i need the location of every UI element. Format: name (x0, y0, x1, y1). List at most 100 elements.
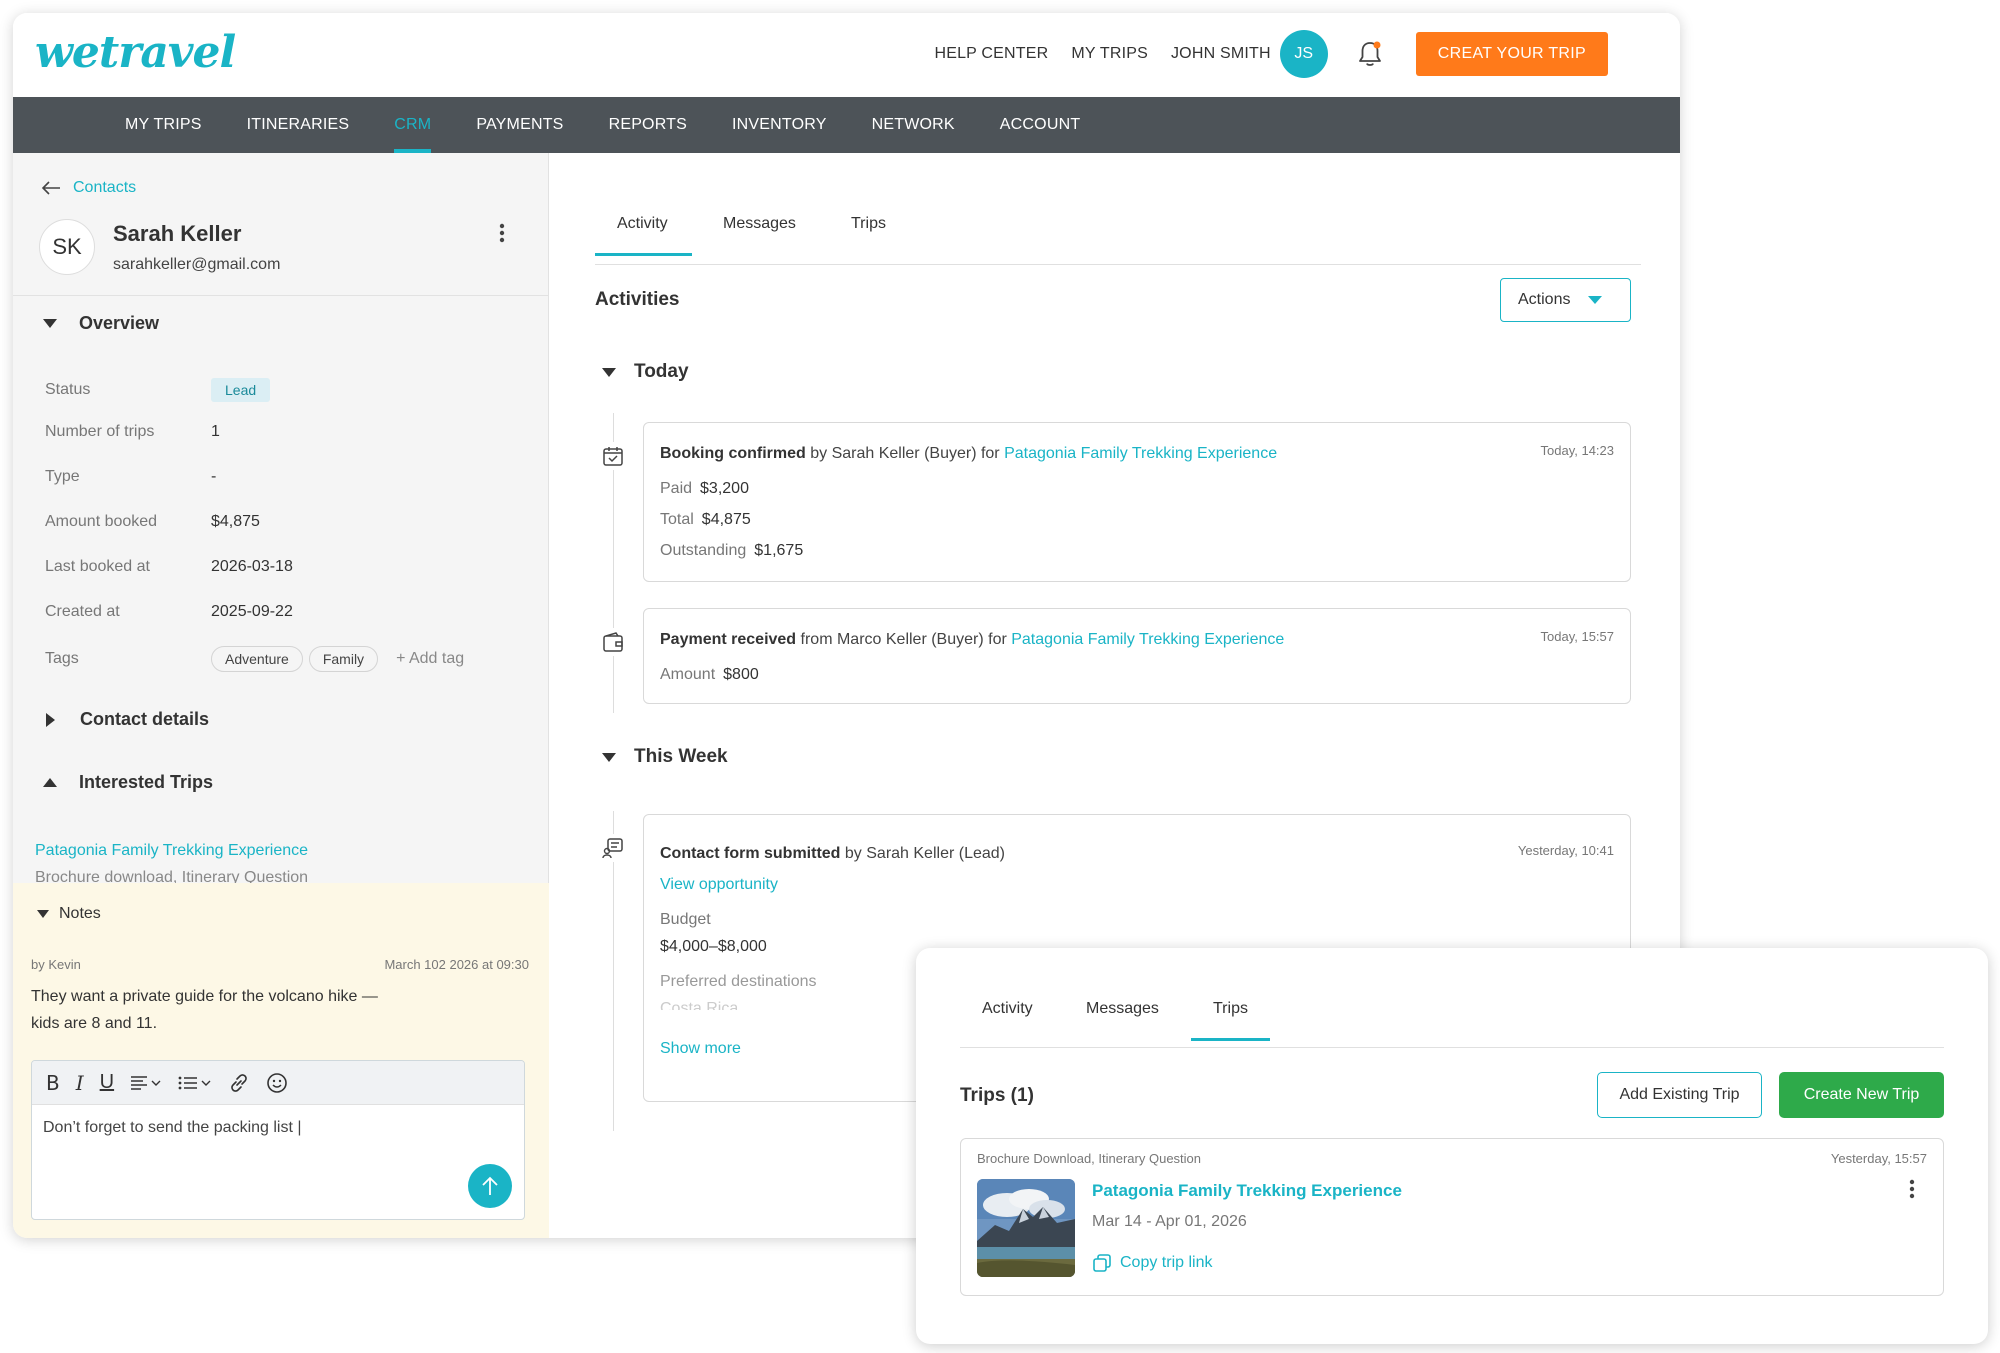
emoji-icon[interactable] (266, 1072, 288, 1094)
card-time: Yesterday, 10:41 (1517, 843, 1614, 858)
user-name-link[interactable]: JOHN SMITH (1171, 45, 1271, 63)
preferred-destinations-label: Preferred destinations (660, 973, 817, 990)
contact-name: Sarah Keller (113, 221, 242, 246)
trip-link[interactable]: Patagonia Family Trekking Experience (1011, 631, 1284, 648)
nav-my-trips[interactable]: MY TRIPS (125, 97, 202, 153)
overview-row-amount: Amount booked $4,875 (45, 513, 260, 531)
bold-icon[interactable]: B (46, 1071, 60, 1095)
note-date: March 102 2026 at 09:30 (384, 957, 529, 972)
budget-label: Budget (660, 911, 711, 928)
group-title: This Week (634, 746, 728, 767)
note-draft-text[interactable]: Don’t forget to send the packing list | (43, 1119, 302, 1137)
status-badge: Lead (211, 378, 271, 402)
group-title: Today (634, 361, 689, 382)
note-text: They want a private guide for the volcan… (31, 983, 441, 1037)
group-this-week-toggle[interactable]: This Week (602, 746, 728, 768)
bell-icon[interactable] (1356, 39, 1384, 69)
trip-name-link[interactable]: Patagonia Family Trekking Experience (1092, 1181, 1402, 1201)
nav-payments[interactable]: PAYMENTS (476, 97, 563, 153)
show-more-link[interactable]: Show more (660, 1040, 741, 1058)
main-nav: MY TRIPS ITINERARIES CRM PAYMENTS REPORT… (13, 97, 1680, 153)
divider (13, 295, 549, 296)
trip-thumbnail[interactable] (977, 1179, 1075, 1277)
back-to-contacts[interactable]: Contacts (41, 179, 136, 197)
note-line: They want a private guide for the volcan… (31, 988, 378, 1005)
tab-messages[interactable]: Messages (723, 215, 796, 233)
underline-icon[interactable]: U (100, 1071, 114, 1094)
nav-inventory[interactable]: INVENTORY (732, 97, 827, 153)
contact-more-icon[interactable] (499, 223, 505, 248)
top-links: HELP CENTER MY TRIPS JOHN SMITH JS CREAT… (934, 30, 1608, 78)
my-trips-link[interactable]: MY TRIPS (1071, 45, 1148, 63)
overview-toggle[interactable]: Overview (43, 313, 159, 334)
contact-tabs: Activity Messages Trips (595, 153, 1641, 265)
card-by: by Sarah Keller (Buyer) for (805, 445, 1005, 462)
top-header: wetravel HELP CENTER MY TRIPS JOHN SMITH… (13, 13, 1680, 97)
preferred-destinations-value: Costa Rica (660, 1000, 739, 1010)
activity-card-booking: Booking confirmed by Sarah Keller (Buyer… (643, 422, 1631, 582)
row-label: Number of trips (45, 423, 155, 440)
note-line: kids are 8 and 11. (31, 1015, 158, 1032)
interested-trips-toggle[interactable]: Interested Trips (43, 772, 213, 793)
kv-value: $1,675 (754, 542, 804, 559)
group-today-toggle[interactable]: Today (602, 361, 689, 383)
nav-reports[interactable]: REPORTS (609, 97, 687, 153)
nav-network[interactable]: NETWORK (872, 97, 955, 153)
view-opportunity-link[interactable]: View opportunity (660, 876, 778, 894)
row-value: 1 (211, 423, 220, 440)
tab-messages[interactable]: Messages (1086, 1000, 1159, 1018)
nav-itineraries[interactable]: ITINERARIES (247, 97, 350, 153)
card-by: by Sarah Keller (Lead) (840, 845, 1005, 862)
tab-activity[interactable]: Activity (595, 215, 692, 256)
interested-trip-link[interactable]: Patagonia Family Trekking Experience (35, 842, 308, 860)
card-title: Payment received from Marco Keller (Buye… (660, 631, 1284, 649)
wetravel-logo[interactable]: wetravel (35, 27, 236, 78)
trip-more-icon[interactable] (1909, 1179, 1915, 1204)
notes-toggle[interactable]: Notes (37, 905, 101, 923)
interested-trips-title: Interested Trips (79, 772, 214, 792)
card-by: from Marco Keller (Buyer) for (796, 631, 1012, 648)
actions-dropdown[interactable]: Actions (1500, 278, 1631, 322)
kv-label: Total (660, 511, 694, 528)
send-note-button[interactable] (468, 1164, 512, 1208)
notes-title: Notes (59, 905, 101, 922)
align-icon[interactable] (130, 1075, 162, 1091)
arrow-up-icon (482, 1176, 498, 1195)
row-label: Amount booked (45, 513, 158, 530)
tag-chip[interactable]: Family (308, 646, 379, 672)
trip-link[interactable]: Patagonia Family Trekking Experience (1004, 445, 1277, 462)
overview-row-type: Type - (45, 468, 216, 486)
card-title: Contact form submitted by Sarah Keller (… (660, 845, 1005, 863)
tab-trips[interactable]: Trips (1191, 1000, 1270, 1041)
arrow-left-icon (41, 181, 60, 195)
row-value: 2025-09-22 (211, 603, 293, 620)
kv-value: $4,875 (701, 511, 751, 528)
overview-row-status: Status Lead (45, 378, 271, 402)
contact-details-toggle[interactable]: Contact details (43, 709, 209, 730)
tab-activity[interactable]: Activity (982, 1000, 1033, 1018)
create-new-trip-button[interactable]: Create New Trip (1779, 1072, 1944, 1118)
copy-trip-link[interactable]: Copy trip link (1092, 1253, 1212, 1273)
note-editor[interactable]: B I U Don’t forget to send the packing l… (31, 1060, 525, 1220)
italic-icon[interactable]: I (76, 1071, 84, 1095)
row-value: - (211, 468, 217, 485)
caret-down-icon (602, 367, 616, 377)
create-trip-button[interactable]: CREAT YOUR TRIP (1415, 32, 1608, 76)
interested-trip-sub: Brochure download, Itinerary Question (35, 869, 309, 883)
caret-down-icon (602, 752, 616, 762)
add-existing-trip-button[interactable]: Add Existing Trip (1597, 1072, 1762, 1118)
list-icon[interactable] (178, 1075, 212, 1091)
card-event: Contact form submitted (660, 845, 841, 862)
trips-title: Trips (1) (960, 1085, 1034, 1106)
add-tag-button[interactable]: + Add tag (396, 650, 464, 668)
kv-label: Outstanding (660, 542, 747, 559)
help-center-link[interactable]: HELP CENTER (934, 45, 1048, 63)
user-avatar[interactable]: JS (1279, 30, 1328, 78)
contact-details-title: Contact details (80, 709, 210, 729)
tab-trips[interactable]: Trips (851, 215, 886, 233)
total-row: Total $4,875 (660, 511, 751, 529)
tag-chip[interactable]: Adventure (211, 646, 303, 672)
nav-crm[interactable]: CRM (394, 97, 432, 153)
link-icon[interactable] (228, 1072, 250, 1094)
nav-account[interactable]: ACCOUNT (1000, 97, 1081, 153)
